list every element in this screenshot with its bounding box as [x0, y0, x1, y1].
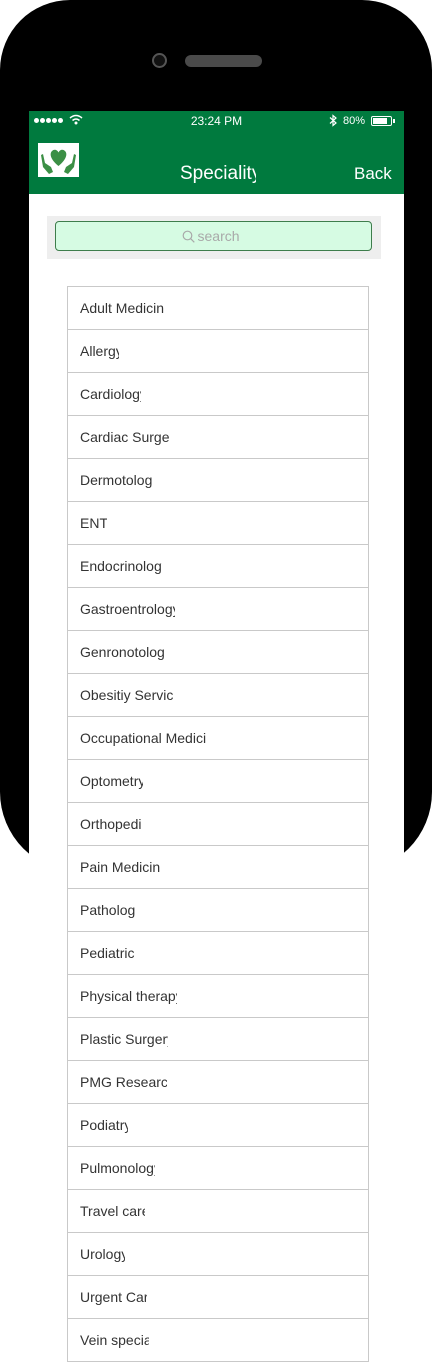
camera: [152, 53, 167, 68]
speciality-label: Genronotology: [80, 644, 165, 660]
speaker: [185, 55, 262, 67]
speciality-label: Physical therapy: [80, 988, 177, 1004]
status-bar: 23:24 PM 80%: [29, 111, 404, 132]
speciality-list-item[interactable]: Physical therapy: [68, 975, 368, 1018]
speciality-list-item[interactable]: Dermotolog: [68, 459, 368, 502]
speciality-label: Patholog: [80, 902, 136, 918]
bluetooth-icon: [329, 114, 337, 127]
speciality-list-item[interactable]: Optometry: [68, 760, 368, 803]
speciality-list-item[interactable]: Patholog: [68, 889, 368, 932]
hands-heart-logo-icon: [38, 143, 79, 177]
speciality-label: Obesitiy Servic: [80, 687, 174, 703]
speciality-label: Orthopedi: [80, 816, 142, 832]
speciality-label: Urgent Care: [80, 1289, 147, 1305]
speciality-list-item[interactable]: Occupational Medici: [68, 717, 368, 760]
speciality-label: Dermotolog: [80, 472, 153, 488]
speciality-list-item[interactable]: Orthopedi: [68, 803, 368, 846]
speciality-list-item[interactable]: Obesitiy Servic: [68, 674, 368, 717]
speciality-list-item[interactable]: Urgent Care: [68, 1276, 368, 1319]
speciality-label: Pediatric: [80, 945, 135, 961]
speciality-list-item[interactable]: Allergy: [68, 330, 368, 373]
speciality-list-item[interactable]: PMG Research: [68, 1061, 368, 1104]
speciality-list-item[interactable]: Pediatric: [68, 932, 368, 975]
speciality-list-item[interactable]: Travel care: [68, 1190, 368, 1233]
speciality-label: Pain Medicin: [80, 859, 160, 875]
search-field[interactable]: [55, 221, 372, 251]
speciality-label: Cardiology: [80, 386, 141, 402]
speciality-list-item[interactable]: Pain Medicin: [68, 846, 368, 889]
speciality-label: Optometry: [80, 773, 143, 789]
speciality-label: Podiatry: [80, 1117, 128, 1133]
speciality-list-item[interactable]: Podiatry: [68, 1104, 368, 1147]
battery-percent: 80%: [343, 115, 366, 127]
speciality-label: Urology: [80, 1246, 125, 1262]
speciality-label: Pulmonology: [80, 1160, 155, 1176]
speciality-list-item[interactable]: Endocrinology: [68, 545, 368, 588]
speciality-label: Cardiac Surge: [80, 429, 170, 445]
speciality-label: Vein special: [80, 1332, 149, 1348]
speciality-list-item[interactable]: Cardiology: [68, 373, 368, 416]
speciality-list-item[interactable]: ENT: [68, 502, 368, 545]
speciality-label: Plastic Surgery: [80, 1031, 168, 1047]
nav-bar: Speciality Back: [29, 132, 404, 194]
speciality-list: Adult Medicin Allergy Cardiology Cardiac Su…: [67, 286, 369, 1362]
speciality-list-item[interactable]: Adult Medicin: [68, 287, 368, 330]
speciality-list-item[interactable]: Gastroentrology: [68, 588, 368, 631]
search-input[interactable]: [197, 228, 246, 244]
screen: 23:24 PM 80% Speciality Back Adult: [29, 111, 404, 1362]
speciality-list-item[interactable]: Pulmonology: [68, 1147, 368, 1190]
speciality-label: PMG Research: [80, 1074, 167, 1090]
page-title: Speciality: [180, 163, 256, 184]
back-button[interactable]: Back: [354, 164, 392, 184]
speciality-list-item[interactable]: Plastic Surgery: [68, 1018, 368, 1061]
speciality-list-item[interactable]: Vein special: [68, 1319, 368, 1361]
speciality-label: Allergy: [80, 343, 119, 359]
speciality-label: Adult Medicin: [80, 300, 165, 316]
speciality-label: Travel care: [80, 1203, 145, 1219]
speciality-label: Gastroentrology: [80, 601, 175, 617]
search-bar: [47, 216, 381, 259]
speciality-label: Occupational Medici: [80, 730, 207, 746]
speciality-list-item[interactable]: Cardiac Surge: [68, 416, 368, 459]
speciality-list-item[interactable]: Urology: [68, 1233, 368, 1276]
speciality-label: Endocrinology: [80, 558, 162, 574]
battery-icon: [371, 116, 395, 126]
speciality-list-item[interactable]: Genronotology: [68, 631, 368, 674]
search-icon: [182, 230, 195, 243]
battery-fill: [373, 118, 387, 124]
speciality-label: ENT: [80, 515, 107, 531]
